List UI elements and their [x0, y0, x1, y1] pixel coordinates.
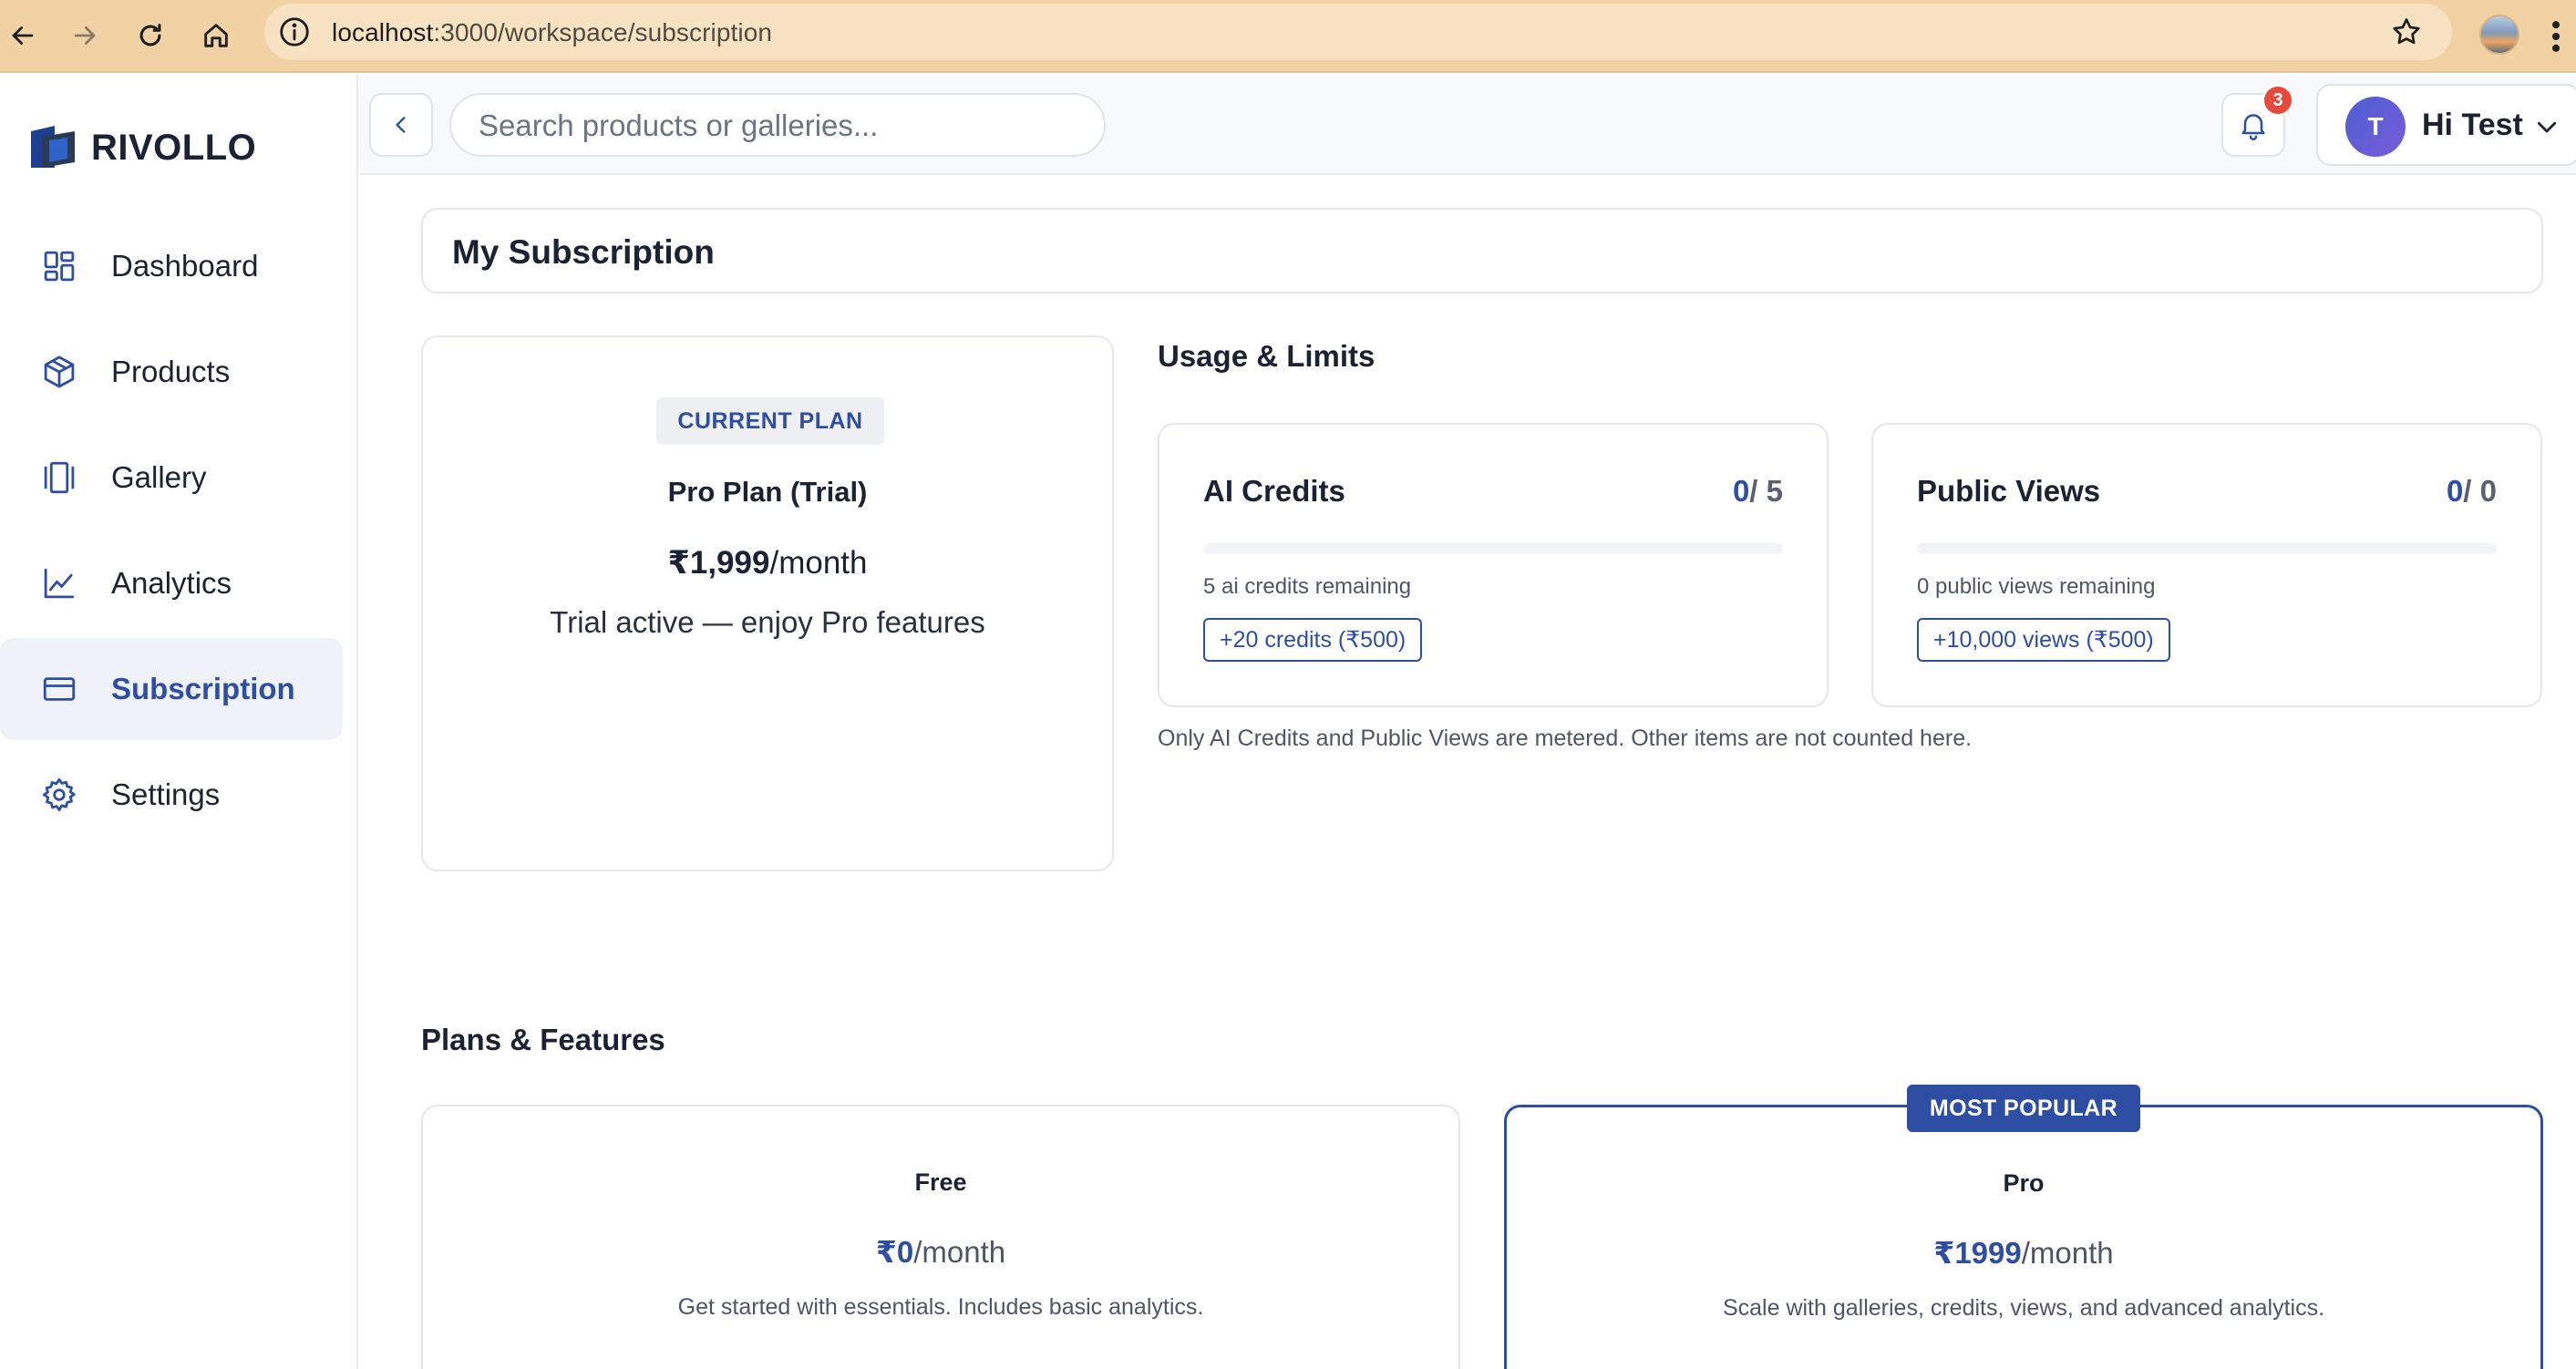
plan-price: ₹1999/month [1507, 1235, 2540, 1271]
current-plan-name: Pro Plan (Trial) [667, 476, 868, 508]
collapse-sidebar-button[interactable] [369, 93, 433, 157]
sidebar-item-label: Products [111, 355, 231, 388]
reload-icon[interactable] [128, 13, 173, 58]
brand-name: RIVOLLO [91, 127, 257, 168]
usage-card-public-views: Public Views 0/ 0 0 public views remaini… [1871, 423, 2542, 707]
brand[interactable]: RIVOLLO [27, 120, 256, 175]
browser-profile-avatar[interactable] [2479, 15, 2519, 55]
usage-limit: / 0 [2463, 474, 2497, 508]
page-title-card: My Subscription [421, 208, 2543, 293]
address-bar[interactable]: localhost:3000/workspace/subscription [264, 4, 2452, 60]
browser-menu-icon[interactable] [2547, 16, 2565, 57]
usage-used: 0 [2446, 474, 2464, 508]
notification-count-badge: 3 [2262, 84, 2294, 117]
page-title: My Subscription [452, 233, 715, 271]
forward-arrow-icon[interactable] [62, 13, 108, 58]
plan-description: Get started with essentials. Includes ba… [677, 1294, 1204, 1320]
user-menu-button[interactable]: T Hi Test [2316, 84, 2576, 166]
box-icon [44, 355, 75, 388]
avatar: T [2345, 97, 2406, 157]
most-popular-badge: MOST POPULAR [1907, 1085, 2140, 1132]
sidebar-item-analytics[interactable]: Analytics [0, 532, 343, 634]
sidebar-item-products[interactable]: Products [0, 321, 343, 423]
buy-views-button[interactable]: +10,000 views (₹500) [1917, 618, 2170, 662]
usage-section-title: Usage & Limits [1158, 339, 1376, 373]
gallery-icon [44, 461, 75, 494]
sidebar-item-dashboard[interactable]: Dashboard [0, 215, 343, 317]
sidebar: RIVOLLO Dashboard Products Gallery Analy… [0, 75, 358, 1369]
usage-progress-bar [1917, 543, 2497, 554]
url-text[interactable]: localhost:3000/workspace/subscription [332, 18, 772, 47]
url-path: :3000/workspace/subscription [433, 18, 773, 46]
chevron-down-icon [2537, 121, 2557, 133]
plan-name: Free [914, 1168, 967, 1196]
usage-used: 0 [1732, 474, 1750, 508]
back-arrow-icon[interactable] [0, 13, 46, 58]
sidebar-item-settings[interactable]: Settings [0, 744, 343, 846]
sidebar-item-label: Analytics [111, 566, 232, 600]
plan-amount: ₹1999 [1933, 1236, 2022, 1270]
current-plan-badge: CURRENT PLAN [656, 397, 884, 445]
plan-card-free[interactable]: Free ₹0/month Get started with essential… [421, 1105, 1460, 1369]
dashboard-icon [44, 251, 75, 282]
sidebar-item-subscription[interactable]: Subscription [0, 638, 343, 740]
site-info-icon[interactable] [277, 15, 312, 49]
bookmark-star-icon[interactable] [2390, 15, 2423, 48]
sidebar-item-label: Subscription [111, 672, 295, 705]
chart-line-icon [44, 568, 75, 599]
app-header: 3 T Hi Test [360, 75, 2576, 175]
usage-footnote: Only AI Credits and Public Views are met… [1158, 726, 1973, 751]
url-host: localhost [332, 18, 434, 46]
search-box[interactable] [449, 93, 1106, 157]
plan-price: ₹0/month [423, 1234, 1458, 1270]
plans-section-title: Plans & Features [421, 1023, 665, 1056]
plan-name: Pro [2003, 1169, 2045, 1197]
plan-amount: ₹0 [875, 1235, 914, 1269]
plan-period: /month [2021, 1236, 2114, 1270]
plan-period: /month [913, 1235, 1006, 1269]
current-plan-card: CURRENT PLAN Pro Plan (Trial) ₹1,999/mon… [421, 335, 1114, 871]
sidebar-item-gallery[interactable]: Gallery [0, 427, 343, 529]
current-plan-note: Trial active — enjoy Pro features [550, 605, 985, 639]
usage-remaining: 0 public views remaining [1917, 574, 2156, 599]
bell-icon [2241, 114, 2265, 140]
gear-icon [42, 777, 76, 812]
current-plan-period: /month [769, 545, 868, 581]
usage-counter: 0/ 0 [2447, 474, 2497, 509]
usage-counter: 0/ 5 [1733, 474, 1783, 509]
plan-card-pro[interactable]: Pro ₹1999/month Scale with galleries, cr… [1504, 1105, 2543, 1369]
user-greeting: Hi Test [2422, 108, 2523, 142]
chevron-left-icon [396, 117, 406, 133]
usage-progress-bar [1203, 543, 1783, 554]
buy-credits-button[interactable]: +20 credits (₹500) [1203, 618, 1423, 662]
sidebar-item-label: Settings [111, 777, 221, 811]
current-plan-price: ₹1,999/month [423, 545, 1112, 582]
current-plan-amount: ₹1,999 [667, 545, 770, 581]
usage-remaining: 5 ai credits remaining [1203, 574, 1412, 599]
usage-limit: / 5 [1749, 474, 1783, 508]
search-input[interactable] [479, 106, 1080, 146]
browser-toolbar: localhost:3000/workspace/subscription [0, 0, 2576, 73]
usage-card-title: AI Credits [1203, 474, 1345, 508]
plan-description: Scale with galleries, credits, views, an… [1722, 1295, 2325, 1321]
credit-card-icon [43, 677, 76, 701]
usage-card-title: Public Views [1917, 474, 2101, 508]
sidebar-item-label: Dashboard [111, 249, 259, 283]
brand-logo-icon [31, 126, 75, 168]
home-icon[interactable] [193, 13, 239, 58]
sidebar-item-label: Gallery [111, 460, 207, 494]
usage-card-ai-credits: AI Credits 0/ 5 5 ai credits remaining +… [1158, 423, 1829, 707]
